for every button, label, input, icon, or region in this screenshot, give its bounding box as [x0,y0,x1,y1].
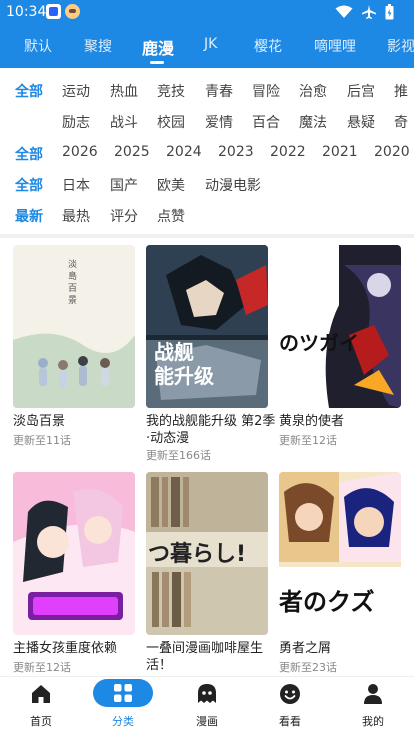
card-episode-status: 更新至12话 [13,661,71,674]
notification-app-icon [46,4,61,19]
genre-filter-item[interactable]: 竞技 [157,81,185,101]
genre-filter-item[interactable]: 青春 [205,81,233,101]
nav-label: 我的 [362,715,384,728]
region-filter-item[interactable]: 日本 [62,175,90,195]
poster-image: つ暮らし! [146,472,268,635]
airplane-mode-icon [362,5,376,19]
genre-filter-item[interactable]: 运动 [62,81,90,101]
genre-filter-item[interactable]: 励志 [62,112,90,132]
sort-filter-item[interactable]: 最热 [62,206,90,226]
poster-image: 战舰 能升级 [146,245,268,408]
source-tabs: 默认 聚搜 鹿漫 JK 樱花 嘀哩哩 影视 [0,28,414,68]
header: 10:34 默认 聚搜 鹿漫 JK 樱花 嘀哩哩 影视 [0,0,414,68]
year-filter-item[interactable]: 2025 [114,144,150,160]
sort-filter-item[interactable]: 评分 [110,206,138,226]
tab-default[interactable]: 默认 [24,36,52,56]
tab-jk[interactable]: JK [204,36,217,52]
battery-icon [385,4,394,20]
genre-filter-item[interactable]: 推 [394,81,408,101]
category-grid-icon [114,684,132,702]
nav-label: 漫画 [196,715,218,728]
genre-filter-item[interactable]: 热血 [110,81,138,101]
genre-filter-item[interactable]: 爱情 [205,112,233,132]
year-filter-item[interactable]: 2021 [322,144,358,160]
year-filter-item[interactable]: 2022 [270,144,306,160]
card-title: 一叠间漫画咖啡屋生活！ [146,641,264,673]
tab-yinghua[interactable]: 樱花 [254,36,282,56]
sort-filter-item[interactable]: 点赞 [157,206,185,226]
sort-filter-latest[interactable]: 最新 [15,206,43,226]
genre-filter-item[interactable]: 校园 [157,112,185,132]
tab-yingshi[interactable]: 影视 [387,36,414,56]
genre-filter-item[interactable]: 魔法 [299,112,327,132]
genre-filter-item[interactable]: 战斗 [110,112,138,132]
status-bar: 10:34 [0,0,414,24]
card-title: 淡岛百景 [13,414,66,429]
card-episode-status: 更新至12话 [279,434,337,447]
tab-jusou[interactable]: 聚搜 [84,36,112,56]
tab-luman[interactable]: 鹿漫 [142,35,174,59]
poster-caption: のツガイ [279,331,359,355]
card-title: 勇者之屑 [279,641,332,656]
filter-panel: 全部 运动 热血 竞技 青春 冒险 治愈 后宫 推 励志 战斗 校园 爱情 百合… [0,68,414,234]
section-divider [0,234,414,238]
nav-label: 分类 [112,715,134,728]
poster-image: 者のクズ [279,472,401,635]
genre-filter-item[interactable]: 治愈 [299,81,327,101]
genre-filter-all[interactable]: 全部 [15,81,43,101]
year-filter-item[interactable]: 2024 [166,144,202,160]
poster-caption: つ暮らし! [148,542,247,567]
genre-filter-item[interactable]: 百合 [252,112,280,132]
genre-filter-item[interactable]: 奇 [394,112,408,132]
genre-filter-item[interactable]: 后宫 [347,81,375,101]
notification-avatar-icon [65,4,80,19]
card-title: 主播女孩重度依赖 [13,641,118,656]
poster-image: 淡 島 百 景 [13,245,135,408]
card-episode-status: 更新至166话 [146,449,211,462]
profile-icon [364,684,382,704]
poster-caption: 者のクズ [279,588,375,616]
card-episode-status: 更新至11话 [13,434,71,447]
tab-dilili[interactable]: 嘀哩哩 [314,36,356,56]
region-filter-item[interactable]: 国产 [110,175,138,195]
nav-home[interactable]: 首页 [0,677,82,736]
poster-caption: 战舰 能升级 [154,340,214,388]
year-filter-item[interactable]: 2020 [374,144,410,160]
region-filter-all[interactable]: 全部 [15,175,43,195]
nav-label: 首页 [30,715,52,728]
nav-label: 看看 [279,715,301,728]
nav-profile[interactable]: 我的 [332,677,414,736]
year-filter-all[interactable]: 全部 [15,144,43,164]
region-filter-item[interactable]: 欧美 [157,175,185,195]
year-filter-item[interactable]: 2023 [218,144,254,160]
genre-filter-item[interactable]: 悬疑 [347,112,375,132]
card-title: 黄泉的使者 [279,414,345,429]
system-icons [335,3,394,21]
region-filter-item[interactable]: 动漫电影 [205,175,261,195]
year-filter-item[interactable]: 2026 [62,144,98,160]
ghost-icon [198,684,216,703]
nav-manga[interactable]: 漫画 [166,677,248,736]
poster-image [13,472,135,635]
poster-caption: 淡 島 百 景 [68,260,78,306]
smile-face-icon [280,684,300,704]
tab-indicator [150,61,164,64]
nav-watch[interactable]: 看看 [249,677,331,736]
status-time: 10:34 [6,4,47,20]
home-icon [32,685,50,703]
nav-category[interactable]: 分类 [82,677,164,736]
genre-filter-item[interactable]: 冒险 [252,81,280,101]
wifi-icon [335,5,353,18]
bottom-nav: 首页 分类 漫画 看看 我的 [0,676,414,736]
app-root: 10:34 默认 聚搜 鹿漫 JK 樱花 嘀哩哩 影视 全部 运动 热血 竞技 … [0,0,414,736]
card-episode-status: 更新至23话 [279,661,337,674]
poster-image: のツガイ [279,245,401,408]
card-title: 我的战舰能升级 第2季·动态漫 [146,414,276,446]
